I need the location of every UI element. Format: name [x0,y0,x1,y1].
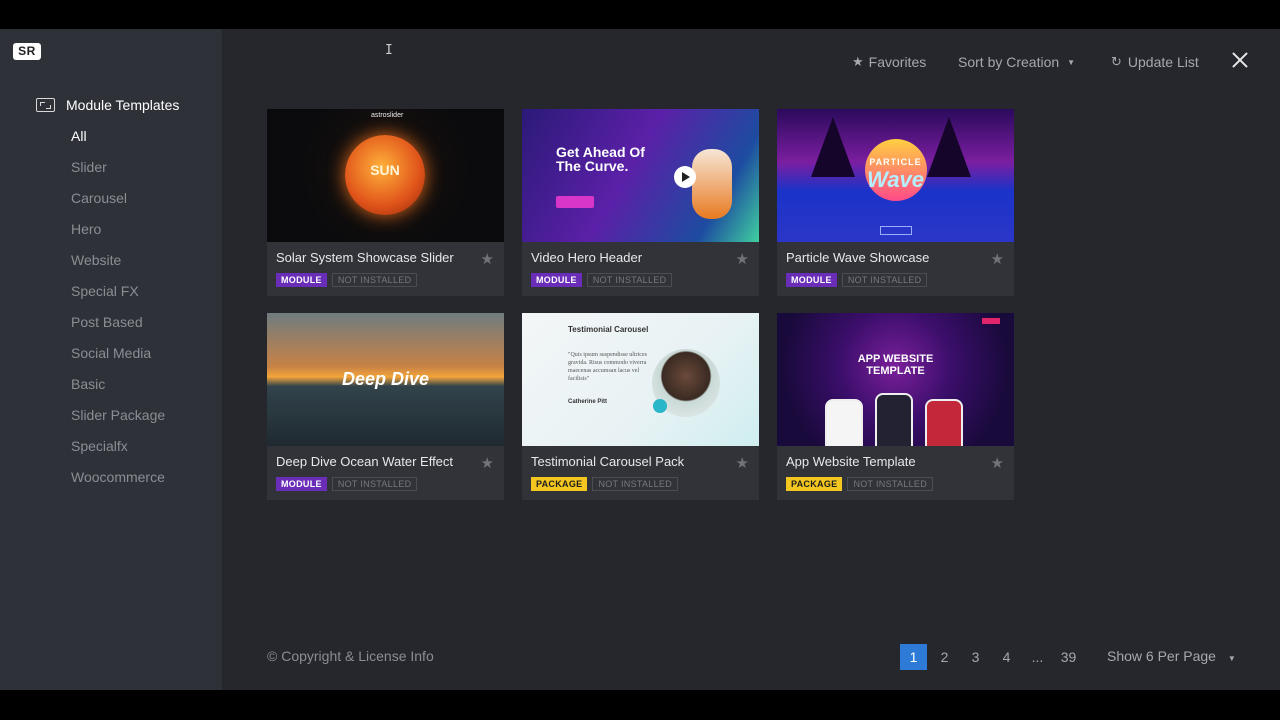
per-page-dropdown[interactable]: Show 6 Per Page ▼ [1107,648,1236,664]
copyright-link[interactable]: © Copyright & License Info [267,648,434,664]
template-thumbnail: astroslider SUN [267,109,504,242]
category-item-slider[interactable]: Slider [71,157,165,188]
template-title: Particle Wave Showcase [786,250,930,265]
thumbnail-button [880,226,912,235]
phone-graphic [925,399,963,446]
category-header[interactable]: Module Templates [36,95,179,115]
type-badge: MODULE [276,477,327,491]
favorite-star-icon[interactable]: ★ [991,250,1004,268]
template-thumbnail: Deep Dive [267,313,504,446]
thumbnail-button [556,196,594,208]
pagination: 1 2 3 4 ... 39 [900,644,1086,670]
template-card[interactable]: Testimonial Carousel "Quis ipsum suspend… [522,313,759,500]
category-item-website[interactable]: Website [71,250,165,281]
page-button-4[interactable]: 4 [993,644,1020,670]
category-item-basic[interactable]: Basic [71,374,165,405]
category-header-label: Module Templates [66,97,180,113]
favorite-star-icon[interactable]: ★ [991,454,1004,472]
thumbnail-text: APP WEBSITE TEMPLATE [857,353,934,377]
category-item-hero[interactable]: Hero [71,219,165,250]
template-library-modal: SR Module Templates All Slider Carousel … [0,29,1280,690]
logo: SR [13,43,41,60]
favorite-star-icon[interactable]: ★ [736,250,749,268]
page-button-39[interactable]: 39 [1055,644,1082,670]
thumbnail-text: SUN [370,162,400,178]
template-title: Testimonial Carousel Pack [531,454,685,469]
template-card[interactable]: Get Ahead Of The Curve. Video Hero Heade… [522,109,759,296]
caret-down-icon: ▼ [1227,654,1236,663]
page-button-1[interactable]: 1 [900,644,927,670]
status-badge: NOT INSTALLED [331,477,418,491]
update-list-button[interactable]: ↻ Update List [1111,51,1280,73]
status-badge: NOT INSTALLED [586,273,673,287]
phone-graphic [825,399,863,446]
thumbnail-text: Get Ahead Of The Curve. [556,144,645,174]
template-title: Video Hero Header [531,250,643,265]
category-item-slider-package[interactable]: Slider Package [71,405,165,436]
type-badge: MODULE [786,273,837,287]
favorite-star-icon[interactable]: ★ [481,250,494,268]
type-badge: MODULE [276,273,327,287]
template-thumbnail: Get Ahead Of The Curve. [522,109,759,242]
page-button-2[interactable]: 2 [931,644,958,670]
category-item-all[interactable]: All [71,126,165,157]
page-button-3[interactable]: 3 [962,644,989,670]
template-card[interactable]: PARTICLE Wave Particle Wave Showcase ★ M… [777,109,1014,296]
status-badge: NOT INSTALLED [592,477,679,491]
category-item-special-fx[interactable]: Special FX [71,281,165,312]
thumbnail-name: Catherine Pitt [568,399,608,405]
thumbnail-text: Deep Dive [341,369,430,389]
template-thumbnail: Testimonial Carousel "Quis ipsum suspend… [522,313,759,446]
category-item-woocommerce[interactable]: Woocommerce [71,467,165,498]
favorite-star-icon[interactable]: ★ [736,454,749,472]
status-badge: NOT INSTALLED [331,273,418,287]
category-item-carousel[interactable]: Carousel [71,188,165,219]
phone-graphic [875,393,913,446]
caret-down-icon: ▼ [1067,57,1076,67]
favorites-label: Favorites [868,54,927,70]
category-item-specialfx[interactable]: Specialfx [71,436,165,467]
refresh-icon: ↻ [1111,54,1122,69]
status-badge: NOT INSTALLED [847,477,934,491]
thumbnail-nav-button [982,318,1000,324]
template-title: App Website Template [786,454,916,469]
type-badge: PACKAGE [786,477,843,491]
astronaut-graphic [692,149,732,219]
thumbnail-text-2: Wave [866,167,925,192]
update-list-label: Update List [1127,54,1199,70]
category-item-post-based[interactable]: Post Based [71,312,165,343]
template-thumbnail: PARTICLE Wave [777,109,1014,242]
per-page-label: Show 6 Per Page [1107,648,1216,664]
template-title: Solar System Showcase Slider [276,250,454,265]
sidebar: SR Module Templates All Slider Carousel … [0,29,222,690]
category-item-social-media[interactable]: Social Media [71,343,165,374]
template-card[interactable]: Deep Dive Deep Dive Ocean Water Effect ★… [267,313,504,500]
sort-label: Sort by Creation [958,54,1060,70]
template-card[interactable]: APP WEBSITE TEMPLATE App Website Templat… [777,313,1014,500]
sun-graphic: SUN [345,135,425,215]
play-icon [674,166,696,188]
type-badge: MODULE [531,273,582,287]
thumbnail-brand: astroslider [371,112,404,119]
thumbnail-text: PARTICLE [869,157,922,167]
thumbnail-quote: "Quis ipsum suspendisse ultrices gravida… [568,352,647,382]
star-icon: ★ [852,54,864,69]
close-icon[interactable] [1230,50,1250,70]
status-badge: NOT INSTALLED [841,273,928,287]
page-ellipsis: ... [1031,649,1044,665]
favorite-star-icon[interactable]: ★ [481,454,494,472]
type-badge: PACKAGE [531,477,588,491]
template-thumbnail: APP WEBSITE TEMPLATE [777,313,1014,446]
text-cursor-icon: I [385,43,393,58]
template-card[interactable]: astroslider SUN Solar System Showcase Sl… [267,109,504,296]
thumbnail-text: Testimonial Carousel [568,325,649,334]
quote-badge-icon [653,399,667,413]
category-list: All Slider Carousel Hero Website Special… [71,126,165,498]
module-templates-icon [36,98,55,112]
template-title: Deep Dive Ocean Water Effect [276,454,454,469]
